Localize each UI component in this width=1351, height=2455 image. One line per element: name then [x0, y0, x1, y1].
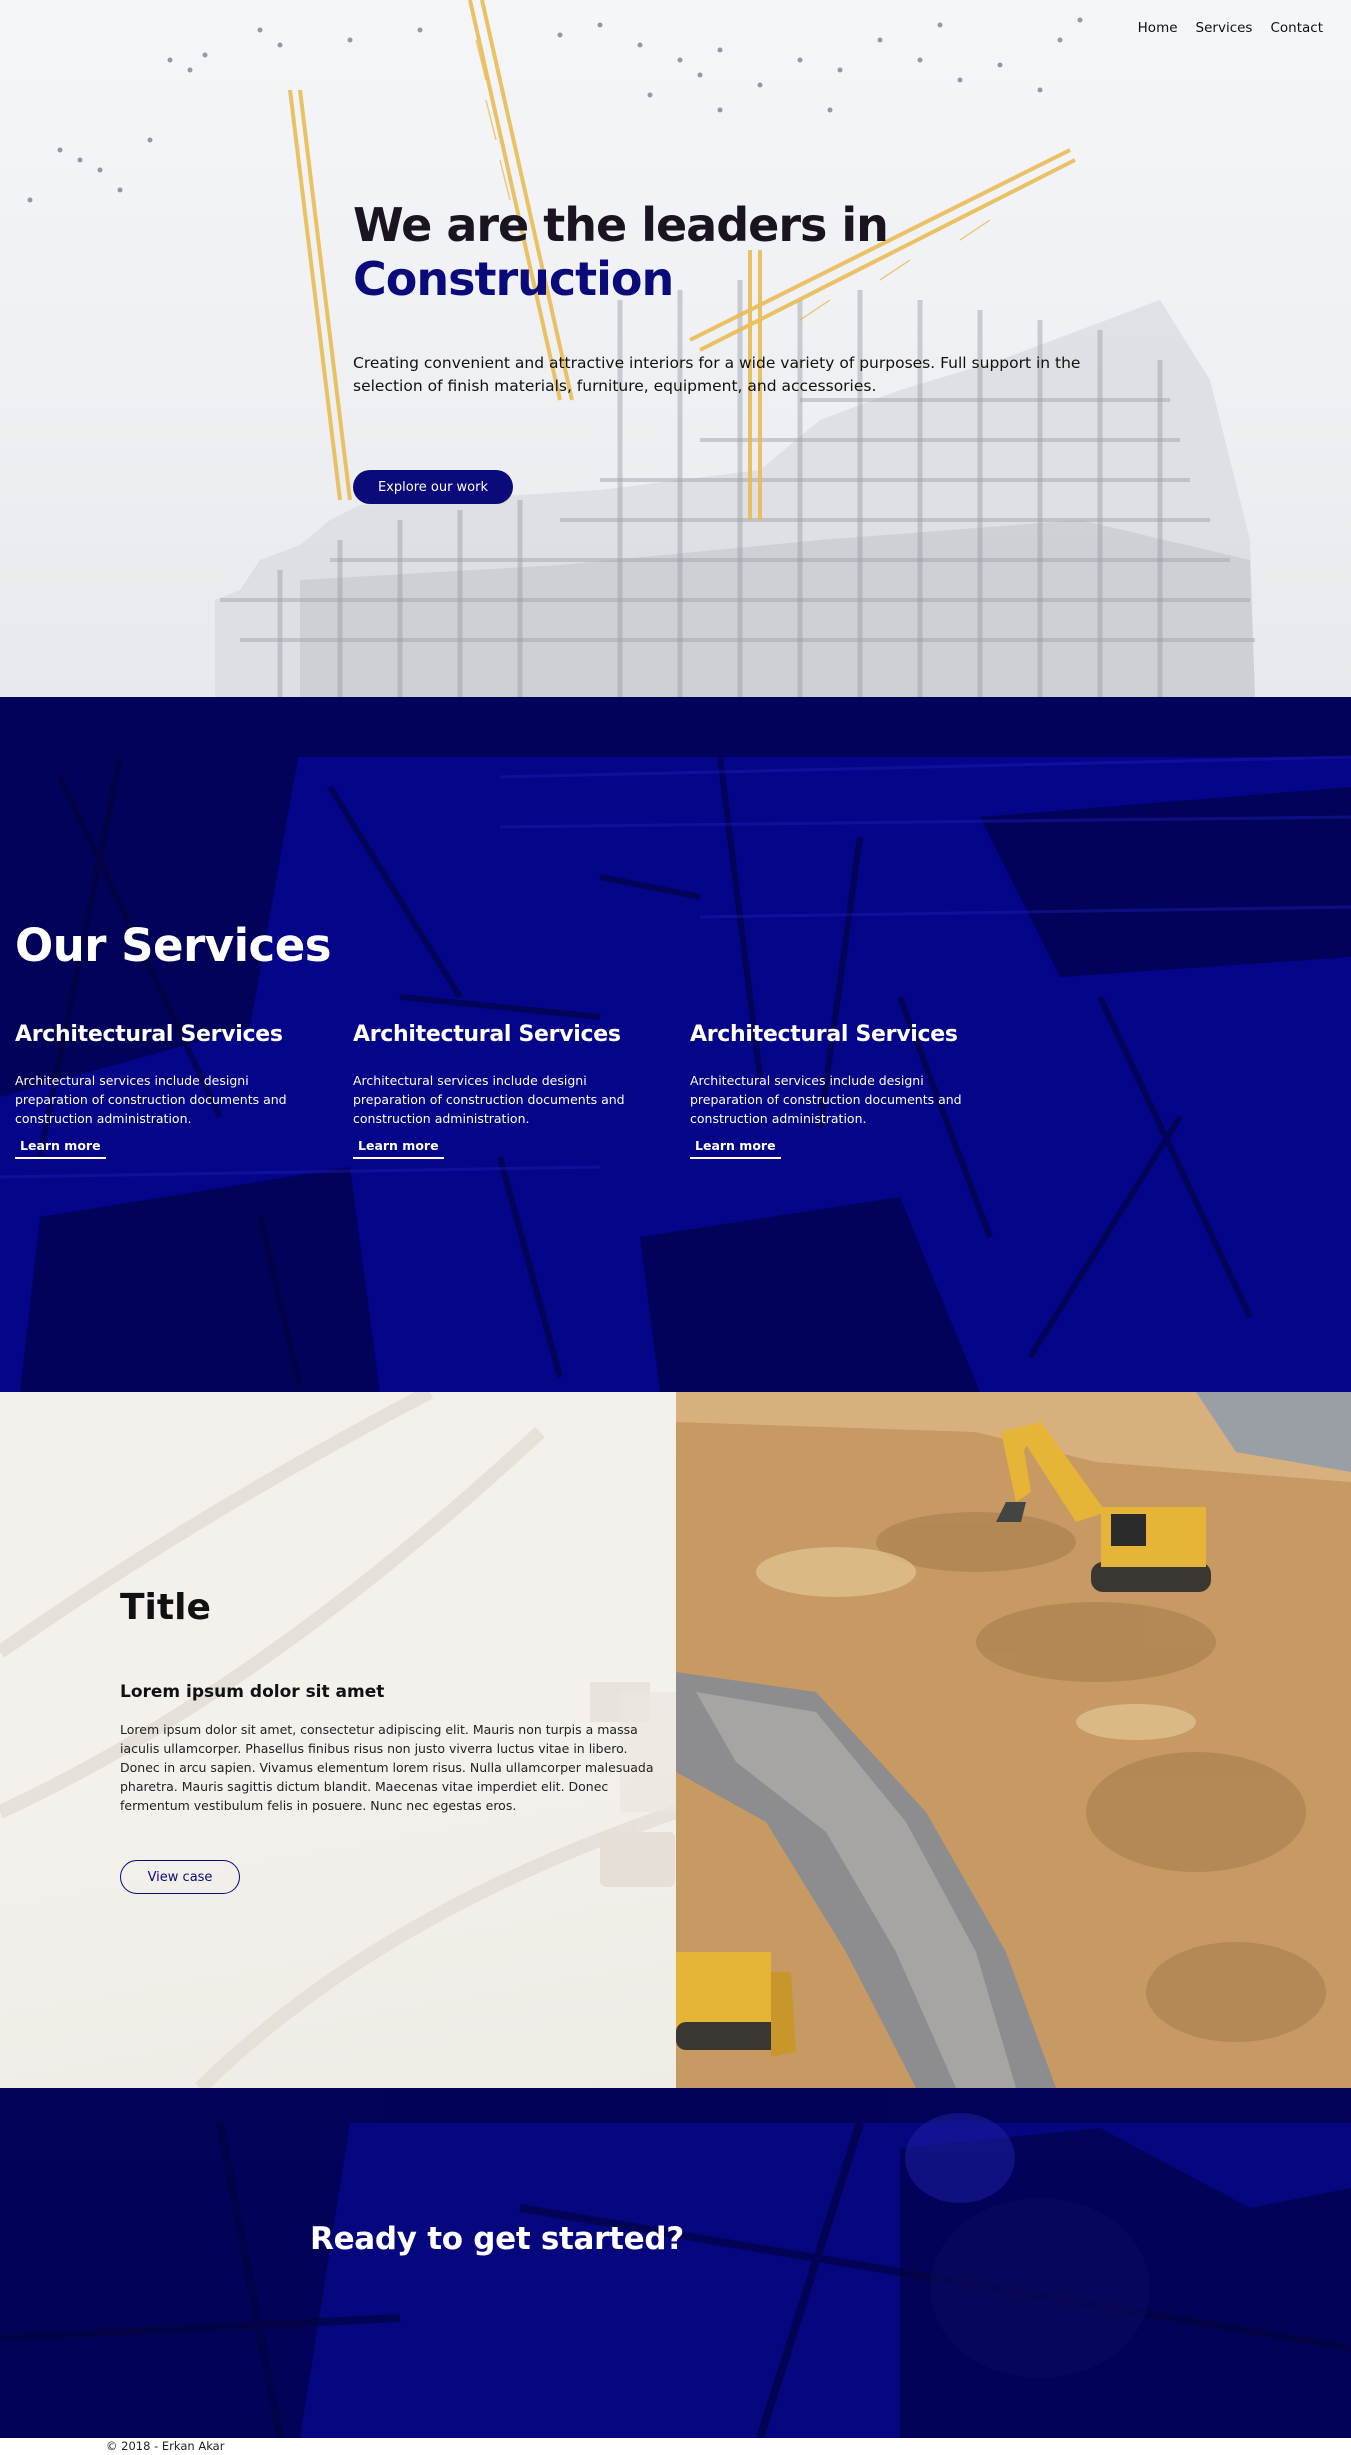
worker-background-image [0, 2088, 1351, 2438]
view-case-button[interactable]: View case [120, 1860, 240, 1894]
construction-site-background-image [27, 0, 1255, 697]
case-text-panel: Title Lorem ipsum dolor sit amet Lorem i… [0, 1392, 676, 2088]
service-card-description: Architectural services include designi p… [15, 1073, 287, 1126]
nav-contact-link[interactable]: Contact [1270, 20, 1323, 36]
top-nav: Home Services Contact [1138, 20, 1323, 36]
services-title: Our Services [15, 919, 332, 972]
service-card-title: Architectural Services [690, 1022, 958, 1047]
learn-more-link-2[interactable]: Learn more [353, 1138, 444, 1159]
explore-our-work-button[interactable]: Explore our work [353, 470, 513, 504]
learn-more-link-1[interactable]: Learn more [15, 1138, 106, 1159]
learn-more-link-3[interactable]: Learn more [690, 1138, 781, 1159]
service-card-2: Architectural Services Architectural ser… [353, 1022, 653, 1159]
service-card-1: Architectural Services Architectural ser… [15, 1022, 315, 1159]
nav-home-link[interactable]: Home [1138, 20, 1178, 36]
footer: © 2018 - Erkan Akar [0, 2438, 1351, 2455]
hero-description: Creating convenient and attractive inter… [353, 354, 1081, 395]
case-body-text: Lorem ipsum dolor sit amet, consectetur … [120, 1722, 654, 1813]
case-title: Title [120, 1587, 211, 1628]
service-card-title: Architectural Services [15, 1022, 283, 1047]
hero-title-accent: Construction [353, 252, 674, 306]
excavator-image [676, 1392, 1351, 2088]
cta-title: Ready to get started? [310, 2221, 684, 2257]
service-card-3: Architectural Services Architectural ser… [690, 1022, 990, 1159]
service-card-description: Architectural services include designi p… [690, 1073, 962, 1126]
excavator-photo [676, 1392, 1351, 2088]
cta-section: Ready to get started? [0, 2088, 1351, 2438]
hero-section: Home Services Contact We are the leaders… [0, 0, 1351, 697]
service-card-title: Architectural Services [353, 1022, 621, 1047]
hero-title-line1: We are the leaders in [353, 198, 889, 252]
services-section: Our Services Architectural Services Arch… [0, 697, 1351, 1392]
case-subtitle: Lorem ipsum dolor sit amet [120, 1682, 385, 1702]
case-section: Title Lorem ipsum dolor sit amet Lorem i… [0, 1392, 1351, 2088]
hero-title: We are the leaders in Construction [353, 198, 889, 306]
footer-copyright: © 2018 - Erkan Akar [106, 2439, 225, 2453]
service-card-description: Architectural services include designi p… [353, 1073, 625, 1126]
nav-services-link[interactable]: Services [1196, 20, 1253, 36]
